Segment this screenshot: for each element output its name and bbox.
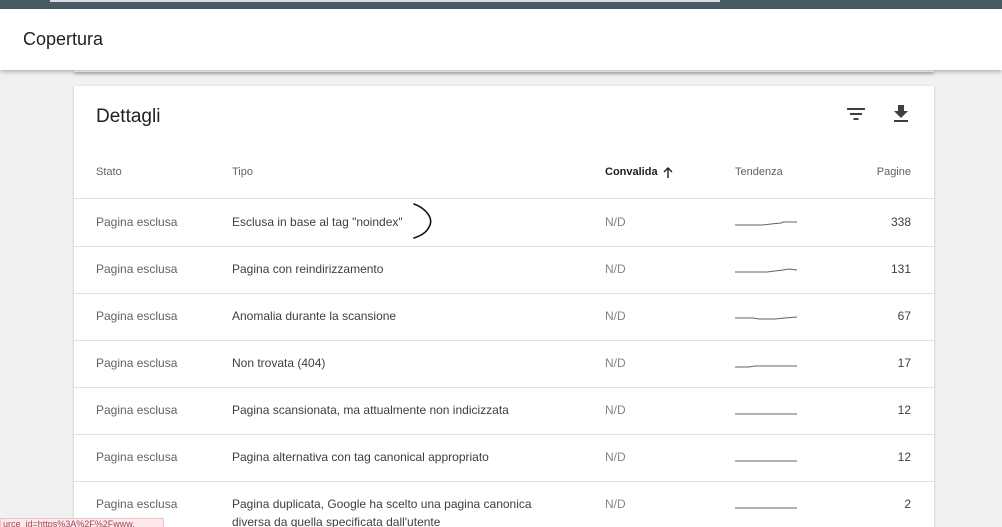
row-tipo: Pagina con reindirizzamento [232, 262, 384, 276]
details-card: Dettagli Stato Tipo Convalida Tendenza P… [74, 86, 934, 527]
row-convalida: N/D [605, 497, 626, 511]
table-row[interactable]: Pagina esclusa Non trovata (404) N/D 17 [74, 341, 934, 388]
table-row[interactable]: Pagina esclusa Pagina duplicata, Google … [74, 482, 934, 527]
row-convalida: N/D [605, 403, 626, 417]
row-convalida: N/D [605, 356, 626, 370]
download-icon [894, 105, 908, 122]
row-convalida: N/D [605, 262, 626, 276]
column-header-tipo[interactable]: Tipo [232, 166, 253, 178]
column-header-tendenza[interactable]: Tendenza [735, 166, 783, 178]
status-bar-url: urce_id=https%3A%2F%2Fwww. [0, 518, 164, 527]
row-tipo: Pagina duplicata, Google ha scelto una p… [232, 497, 532, 527]
trend-sparkline [735, 221, 797, 226]
top-app-bar [0, 0, 1002, 9]
row-convalida: N/D [605, 215, 626, 229]
trend-sparkline [735, 507, 797, 509]
table-header: Stato Tipo Convalida Tendenza Pagine [74, 154, 934, 199]
column-header-pagine[interactable]: Pagine [877, 166, 911, 178]
row-convalida: N/D [605, 450, 626, 464]
page-title: Copertura [23, 29, 104, 49]
filter-button[interactable] [844, 102, 868, 126]
table-row[interactable]: Pagina esclusa Pagina alternativa con ta… [74, 435, 934, 482]
row-stato: Pagina esclusa [96, 497, 178, 511]
row-tipo: Pagina scansionata, ma attualmente non i… [232, 403, 509, 417]
search-bar-edge[interactable] [50, 0, 720, 2]
column-header-convalida[interactable]: Convalida [605, 166, 673, 178]
row-tipo: Non trovata (404) [232, 356, 326, 370]
column-header-convalida-label: Convalida [605, 166, 658, 178]
row-pagine: 131 [890, 262, 911, 276]
handwritten-bracket-mark [413, 203, 432, 239]
page-header: Copertura [0, 9, 1002, 70]
trend-sparkline [735, 460, 797, 462]
row-stato: Pagina esclusa [96, 403, 178, 417]
table-row[interactable]: Pagina esclusa Anomalia durante la scans… [74, 294, 934, 341]
filter-icon [847, 108, 865, 120]
row-tipo: Esclusa in base al tag "noindex" [232, 215, 403, 229]
row-stato: Pagina esclusa [96, 309, 178, 323]
trend-sparkline [735, 413, 797, 415]
row-pagine: 17 [897, 356, 911, 370]
row-pagine: 67 [897, 309, 911, 323]
trend-sparkline [735, 316, 797, 320]
row-tipo: Anomalia durante la scansione [232, 309, 397, 323]
row-pagine: 12 [897, 403, 911, 417]
trend-sparkline [735, 268, 797, 273]
row-convalida: N/D [605, 309, 626, 323]
row-tipo: Pagina alternativa con tag canonical app… [232, 450, 489, 464]
row-pagine: 2 [904, 497, 911, 511]
trend-sparkline [735, 365, 797, 368]
row-stato: Pagina esclusa [96, 450, 178, 464]
column-header-stato[interactable]: Stato [96, 166, 122, 178]
row-stato: Pagina esclusa [96, 215, 178, 229]
row-stato: Pagina esclusa [96, 356, 178, 370]
download-button[interactable] [889, 102, 913, 126]
details-title: Dettagli [96, 106, 161, 127]
row-pagine: 338 [890, 215, 911, 229]
table-row[interactable]: Pagina esclusa Esclusa in base al tag "n… [74, 200, 934, 247]
table-row[interactable]: Pagina esclusa Pagina scansionata, ma at… [74, 388, 934, 435]
row-pagine: 12 [897, 450, 911, 464]
table-row[interactable]: Pagina esclusa Pagina con reindirizzamen… [74, 247, 934, 294]
row-stato: Pagina esclusa [96, 262, 178, 276]
arrow-up-icon [663, 166, 673, 178]
